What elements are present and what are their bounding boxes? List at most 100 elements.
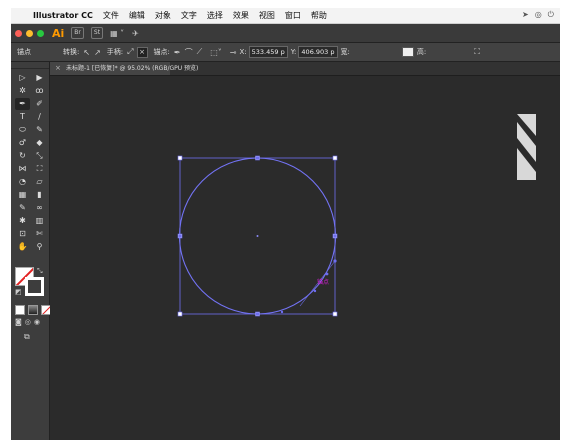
hand-tool-icon[interactable]: ✋	[15, 241, 30, 253]
menu-file[interactable]: 文件	[103, 10, 119, 21]
lasso-tool-icon[interactable]: ꝏ	[32, 85, 47, 97]
canvas-artwork: 锚点	[177, 114, 536, 317]
gradient-mode-button[interactable]	[28, 305, 38, 315]
menu-object[interactable]: 对象	[155, 10, 171, 21]
line-tool-icon[interactable]: ∕	[32, 111, 47, 123]
menu-window[interactable]: 窗口	[285, 10, 301, 21]
width-label: 宽:	[340, 48, 350, 56]
menu-type[interactable]: 文字	[181, 10, 197, 21]
menu-effect[interactable]: 效果	[233, 10, 249, 21]
striped-shape[interactable]	[517, 114, 536, 180]
y-label: Y:	[290, 48, 297, 56]
type-tool-icon[interactable]: T	[15, 111, 30, 123]
join-path-icon[interactable]: ⟋	[197, 47, 203, 57]
anchor-mode-label: 锚点	[17, 48, 31, 56]
app-name-menu[interactable]: Illustrator CC	[33, 11, 93, 20]
power-icon[interactable]: ⏻	[548, 10, 554, 20]
blend-tool-icon[interactable]: ∞	[32, 202, 47, 214]
screen-mode-icon[interactable]: ⧉	[24, 332, 30, 342]
bezier-handle-point-3[interactable]	[280, 310, 284, 314]
cut-path-icon[interactable]: ⌒	[185, 47, 193, 58]
close-window-button[interactable]	[15, 29, 22, 37]
magic-wand-tool-icon[interactable]: ✲	[15, 85, 30, 97]
control-bar: 锚点 转换: ↖ ↗ 手柄: ⤢ × 锚点: ✒ ⌒ ⟋ ⬚˅ ⊸ X: 533…	[11, 43, 560, 62]
draw-mode-buttons: ◙ ◎ ◉	[15, 318, 40, 326]
menu-help[interactable]: 帮助	[311, 10, 327, 21]
stroke-swatch[interactable]	[25, 277, 44, 296]
fill-stroke-widget: ⤡ ◩	[15, 267, 47, 297]
menu-view[interactable]: 视图	[259, 10, 275, 21]
isolate-icon[interactable]: ⬚˅	[210, 48, 222, 57]
scale-tool-icon[interactable]: ⤡	[32, 150, 47, 162]
free-transform-tool-icon[interactable]: ⛶	[32, 163, 47, 175]
perspective-grid-tool-icon[interactable]: ▱	[32, 176, 47, 188]
bezier-handle-point[interactable]	[333, 259, 337, 263]
document-tab-bar: × 未标题-1 [已恢复]* @ 95.02% (RGB/GPU 预览)	[50, 62, 560, 76]
document-tab-title: 未标题-1 [已恢复]* @ 95.02% (RGB/GPU 预览)	[66, 65, 199, 72]
hide-handles-button[interactable]: ×	[136, 46, 148, 58]
send-icon[interactable]: ➤	[522, 10, 529, 20]
handles-label: 手柄:	[106, 48, 124, 56]
eyedropper-tool-icon[interactable]: ✎	[15, 202, 30, 214]
tools-panel-grip[interactable]	[11, 62, 49, 69]
stock-button[interactable]: St	[90, 27, 104, 39]
selection-tool-icon[interactable]: ▷	[15, 72, 30, 84]
close-tab-icon[interactable]: ×	[55, 62, 61, 75]
column-graph-tool-icon[interactable]: ▥	[32, 215, 47, 227]
bezier-handle-point-2[interactable]	[313, 289, 317, 293]
mesh-tool-icon[interactable]: ▦	[15, 189, 30, 201]
menu-edit[interactable]: 编辑	[129, 10, 145, 21]
remove-anchor-icon[interactable]: ✒	[174, 48, 181, 57]
menu-bar: Illustrator CC 文件 编辑 对象 文字 选择 效果 视图 窗口 帮…	[11, 8, 560, 24]
symbol-sprayer-tool-icon[interactable]: ✱	[15, 215, 30, 227]
center-point	[256, 235, 259, 237]
draw-inside-icon[interactable]: ◉	[34, 318, 40, 326]
draw-normal-icon[interactable]: ◙	[15, 318, 22, 326]
x-field[interactable]: 533.459 p	[248, 46, 288, 58]
hover-anchor-label: 锚点	[317, 278, 329, 286]
align-icon[interactable]: ⊸	[230, 48, 237, 57]
illustrator-window: Illustrator CC 文件 编辑 对象 文字 选择 效果 视图 窗口 帮…	[11, 8, 560, 440]
gradient-tool-icon[interactable]: ▮	[32, 189, 47, 201]
show-handles-icon[interactable]: ⤢	[127, 47, 133, 57]
shape-builder-tool-icon[interactable]: ◔	[15, 176, 30, 188]
menu-select[interactable]: 选择	[207, 10, 223, 21]
y-field[interactable]: 406.903 p	[298, 46, 338, 58]
bridge-button[interactable]: Br	[71, 27, 84, 39]
color-mode-buttons	[15, 305, 51, 315]
convert-label: 转换:	[63, 48, 80, 56]
rotate-tool-icon[interactable]: ↻	[15, 150, 30, 162]
x-label: X:	[239, 48, 247, 56]
curvature-tool-icon[interactable]: ✐	[32, 98, 47, 110]
draw-behind-icon[interactable]: ◎	[25, 318, 31, 326]
document-tab[interactable]: × 未标题-1 [已恢复]* @ 95.02% (RGB/GPU 预览)	[50, 62, 198, 75]
anchors-label: 锚点:	[153, 48, 170, 56]
ai-logo: Ai	[52, 26, 65, 40]
minimize-window-button[interactable]	[26, 29, 33, 37]
eraser-tool-icon[interactable]: ◆	[32, 137, 47, 149]
width-tool-icon[interactable]: ⋈	[15, 163, 30, 175]
constrain-proportions-icon[interactable]	[401, 47, 414, 57]
artboard-canvas[interactable]: 锚点	[50, 76, 560, 440]
slice-tool-icon[interactable]: ✄	[32, 228, 47, 240]
default-colors-icon[interactable]: ◩	[15, 288, 22, 296]
ellipse-tool-icon[interactable]: ⬭	[15, 124, 30, 136]
color-mode-button[interactable]	[15, 305, 25, 315]
zoom-window-button[interactable]	[37, 29, 44, 37]
zoom-tool-icon[interactable]: ⚲	[32, 241, 47, 253]
shaper-tool-icon[interactable]: ♂	[15, 137, 30, 149]
convert-smooth-icon[interactable]: ↗	[94, 48, 101, 57]
paintbrush-tool-icon[interactable]: ✎	[32, 124, 47, 136]
wifi-icon[interactable]: ◎	[535, 10, 542, 20]
application-bar: Ai Br St ▦ ˅ ✈	[11, 24, 560, 43]
transform-panel-icon[interactable]: ⛶	[474, 47, 480, 57]
direct-selection-tool-icon[interactable]: ▶	[32, 72, 47, 84]
gpu-bolt-icon[interactable]: ✈	[132, 29, 139, 38]
pen-tool-icon[interactable]: ✒	[15, 98, 30, 110]
arrange-documents-icon[interactable]: ▦ ˅	[110, 29, 124, 38]
swap-fill-stroke-icon[interactable]: ⤡	[37, 267, 43, 276]
bezier-anchor-point[interactable]	[325, 272, 329, 276]
height-label: 高:	[416, 48, 427, 56]
convert-corner-icon[interactable]: ↖	[83, 48, 90, 57]
artboard-tool-icon[interactable]: ⊡	[15, 228, 30, 240]
